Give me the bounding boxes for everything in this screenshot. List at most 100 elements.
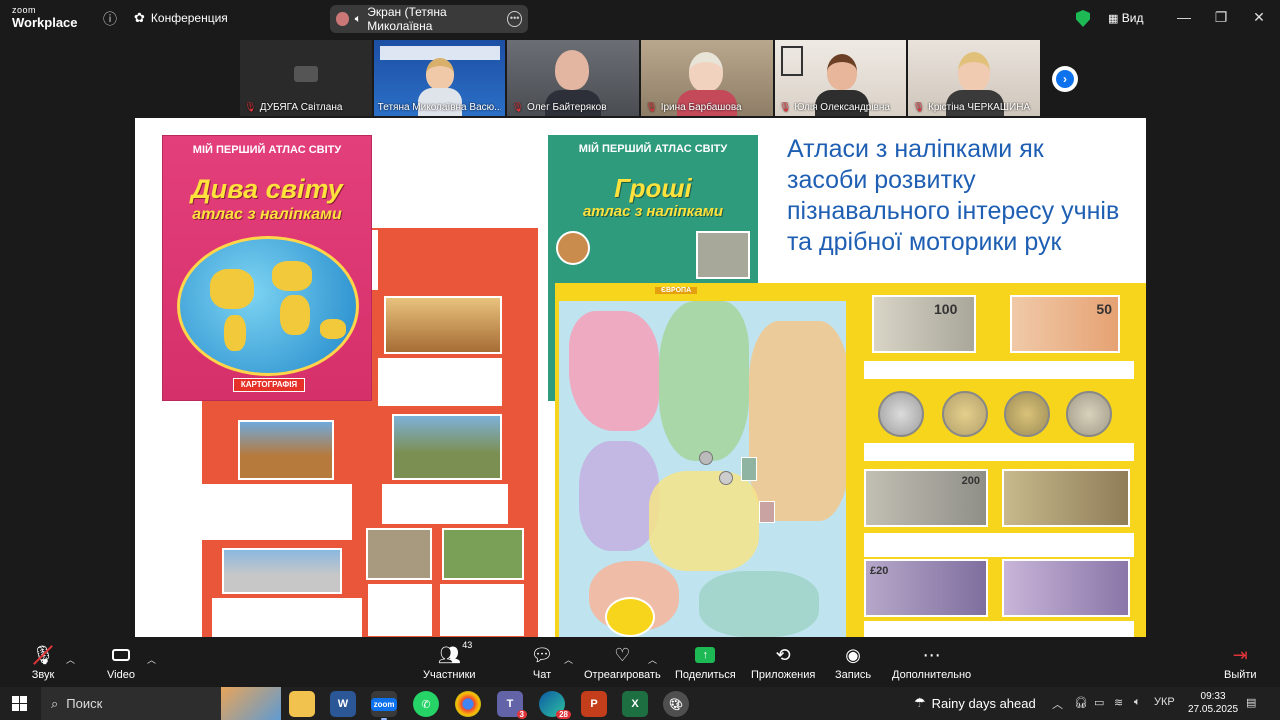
mic-off-icon: 🎙︎ (912, 102, 926, 113)
volume-icon[interactable]: 🔈︎ (1134, 696, 1141, 709)
map-region (659, 301, 749, 461)
globe-illustration (177, 236, 359, 376)
minimize-icon[interactable]: — (1174, 9, 1194, 25)
teams-icon[interactable]: T3 (497, 691, 527, 719)
book-title: Гроші (614, 173, 692, 203)
participant-tile[interactable]: 🎙︎ ДУБЯГА Світлана (240, 40, 372, 116)
apps-button[interactable]: ⟲ Приложения (751, 643, 815, 682)
text-block (440, 584, 524, 636)
euro-coin (1004, 391, 1050, 437)
mute-button[interactable]: 🎙︎ Звук (28, 643, 58, 682)
excel-icon[interactable]: X (622, 691, 648, 717)
banknote-pound: £20 (864, 559, 988, 617)
video-label: Video (107, 669, 135, 681)
chat-button[interactable]: 💬︎ Чат (527, 643, 557, 682)
euro-coin (1066, 391, 1112, 437)
mic-muted-icon: 🎙︎ (28, 643, 58, 667)
text-block (864, 443, 1134, 461)
participants-button[interactable]: 👥︎ 43 Участники (423, 640, 476, 681)
edge-icon[interactable]: 28 (539, 691, 571, 719)
text-block (864, 621, 1134, 637)
maximize-icon[interactable]: ❐ (1211, 9, 1231, 26)
wifi-icon[interactable]: ≋ (1114, 696, 1123, 709)
more-options-icon[interactable]: ••• (507, 11, 522, 27)
participant-tile-active[interactable]: Тетяна Миколаївна Васю... (373, 40, 506, 116)
chevron-up-icon[interactable]: ︿ (147, 653, 156, 666)
euro-coin (878, 391, 924, 437)
meeting-info-icon[interactable]: ⓘ (102, 11, 118, 27)
chevron-up-icon[interactable]: ︿ (1052, 696, 1063, 712)
video-button[interactable]: Video (106, 643, 136, 681)
participant-tile[interactable]: 🎙︎ Крістіна ЧЕРКАШИНА (908, 40, 1041, 116)
record-button[interactable]: ◉ Запись (835, 643, 872, 682)
participant-tile[interactable]: 🎙︎ Юлія Олександрівна (774, 40, 907, 116)
note-value: 50 (1096, 301, 1112, 317)
participant-name-text: ДУБЯГА Світлана (259, 102, 343, 113)
note-value: 200 (961, 475, 980, 487)
view-menu[interactable]: ▦ Вид (1108, 11, 1143, 25)
language-indicator[interactable]: УКР (1154, 696, 1175, 708)
conference-button[interactable]: ✿ Конференция (134, 10, 228, 26)
screen-share-indicator[interactable]: 🔈︎ Экран (Тетяна Миколаївна ••• (330, 5, 528, 33)
book-header: МІЙ ПЕРШИЙ АТЛАС СВІТУ (578, 143, 728, 155)
text-block (202, 484, 352, 540)
shared-slide: МІЙ ПЕРШИЙ АТЛАС СВІТУ Дива світу атлас … (135, 118, 1146, 637)
close-icon[interactable]: ✕ (1249, 9, 1269, 26)
word-icon[interactable]: W (330, 691, 356, 717)
windows-taskbar: ⌕ Поиск W zoom ✆ T3 28 P X 🎨︎ ☂ Rainy da… (0, 687, 1280, 720)
banknote-sticker (759, 501, 775, 523)
paint-icon[interactable]: 🎨︎ (663, 691, 689, 717)
participant-face (689, 52, 724, 92)
map-label: ЄВРОПА (655, 287, 698, 294)
camera-off-icon (294, 66, 318, 82)
banknote-100-euro: 100 (872, 295, 976, 353)
participant-tile[interactable]: 🎙︎ Олег Байтеряков (507, 40, 640, 116)
whatsapp-icon[interactable]: ✆ (413, 691, 439, 717)
zoom-taskbar-icon[interactable]: zoom (370, 691, 398, 720)
mic-off-icon: 🎙︎ (244, 102, 257, 113)
chevron-up-icon[interactable]: ︿ (564, 653, 573, 666)
text-block (368, 584, 432, 636)
battery-icon[interactable]: ▭ (1094, 696, 1104, 709)
record-label: Запись (835, 669, 872, 681)
euro-page: 100 50 200 £20 (850, 283, 1146, 637)
chat-label: Чат (532, 669, 552, 681)
mic-off-icon: 🎙︎ (511, 102, 525, 113)
clock[interactable]: 09:33 27.05.2025 (1188, 690, 1238, 716)
powerpoint-icon[interactable]: P (581, 691, 607, 717)
encryption-shield-icon[interactable] (1076, 10, 1090, 27)
book-header: МІЙ ПЕРШИЙ АТЛАС СВІТУ (192, 144, 342, 156)
text-block (864, 533, 1134, 557)
banknote-sticker (741, 457, 757, 481)
participant-name: 🎙︎ ДУБЯГА Світлана (244, 102, 368, 113)
participant-tile[interactable]: 🎙︎ Ірина Барбашова (641, 40, 773, 116)
participants-count: 43 (462, 640, 473, 650)
chevron-up-icon[interactable]: ︿ (648, 653, 657, 666)
coin-image (556, 231, 590, 265)
chrome-icon[interactable] (455, 691, 481, 717)
next-page-button[interactable]: › (1052, 66, 1078, 92)
notifications-icon[interactable]: ▤ (1246, 696, 1256, 709)
leave-label: Выйти (1224, 669, 1257, 681)
map-region (699, 571, 819, 637)
participant-face (958, 52, 991, 92)
more-button[interactable]: ⋯ Дополнительно (892, 643, 971, 682)
participant-name: 🎙︎ Ірина Барбашова (645, 102, 769, 113)
share-button[interactable]: ↑ Поделиться (675, 643, 736, 681)
text-block (864, 361, 1134, 379)
bat-photo (366, 528, 432, 580)
headphones-icon[interactable]: 🎧︎ (1074, 696, 1088, 709)
clock-date: 27.05.2025 (1188, 704, 1239, 715)
map-region (649, 471, 759, 571)
participant-face (826, 54, 857, 90)
chevron-up-icon[interactable]: ︿ (66, 653, 75, 666)
file-explorer-icon[interactable] (289, 691, 315, 717)
windows-start-icon[interactable] (12, 696, 27, 711)
participant-name: 🎙︎ Крістіна ЧЕРКАШИНА (912, 102, 1036, 113)
leave-button[interactable]: ⇥ Выйти (1224, 643, 1257, 682)
weather-widget[interactable]: ☂ Rainy days ahead (914, 695, 1036, 711)
book-subtitle: атлас з наліпками (582, 203, 724, 220)
taskbar-search[interactable]: ⌕ Поиск (41, 687, 281, 720)
participant-name: Тетяна Миколаївна Васю... (378, 102, 502, 113)
note-value: £20 (870, 565, 889, 577)
